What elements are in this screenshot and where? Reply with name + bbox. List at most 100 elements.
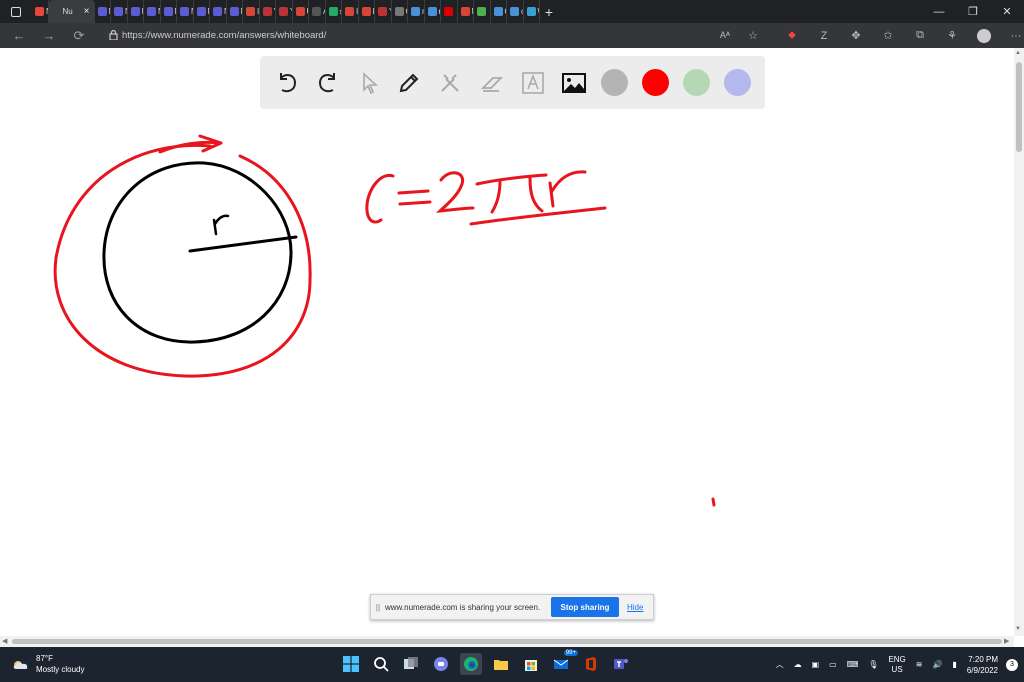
vertical-scrollbar[interactable]: ▲ ▼ (1014, 48, 1024, 636)
color-purple-swatch[interactable] (724, 69, 751, 96)
browser-tab[interactable]: Nu (210, 0, 227, 23)
profile-avatar[interactable] (977, 28, 991, 43)
eraser-icon[interactable] (477, 68, 507, 98)
extensions-icon[interactable]: ⚘ (936, 23, 968, 48)
usb-icon[interactable]: ▭ (829, 660, 837, 669)
file-explorer-icon[interactable] (490, 653, 512, 675)
browser-tab[interactable]: In (243, 0, 260, 23)
region-code: US (891, 664, 903, 674)
browser-tab[interactable]: nc (408, 0, 425, 23)
new-tab-button[interactable]: + (540, 4, 558, 20)
text-box-icon[interactable] (518, 68, 548, 98)
notification-badge[interactable]: 3 (1006, 658, 1018, 671)
redo-icon[interactable] (313, 68, 343, 98)
scroll-right-arrow-icon[interactable]: ▶ (1004, 637, 1009, 645)
browser-tab[interactable]: Nu (32, 0, 49, 23)
color-gray-swatch[interactable] (601, 69, 628, 96)
browser-tab[interactable]: Ya (260, 0, 276, 23)
browser-tab[interactable]: Ya (276, 0, 293, 23)
battery-icon[interactable]: ▮ (952, 660, 956, 669)
browser-tab[interactable]: Nu (227, 0, 243, 23)
image-icon[interactable] (559, 68, 589, 98)
wifi-icon[interactable]: ≋ (916, 660, 923, 669)
volume-icon[interactable]: 🔊 (932, 660, 942, 669)
browser-tab[interactable]: In (359, 0, 375, 23)
microphone-icon[interactable]: 🎙 (868, 660, 878, 669)
browser-tab[interactable]: Up (293, 0, 309, 23)
keyboard-icon[interactable]: ⌨ (847, 660, 859, 669)
browser-tab[interactable]: Nu (177, 0, 194, 23)
horizontal-scrollbar[interactable]: ◀ ▶ (0, 636, 1014, 647)
browser-tab[interactable]: Q (491, 0, 507, 23)
browser-tab[interactable]: In (342, 0, 359, 23)
favorites-icon[interactable]: ✩ (872, 23, 904, 48)
close-tab-icon[interactable]: × (84, 6, 90, 17)
edge-browser-icon[interactable] (460, 653, 482, 675)
browser-tab[interactable]: st (326, 0, 342, 23)
extension-icon[interactable]: ⬥ (776, 23, 808, 48)
browser-tab[interactable]: Nu (144, 0, 161, 23)
browser-tab[interactable]: m (425, 0, 441, 23)
start-windows-icon[interactable] (340, 653, 362, 675)
browser-tab[interactable]: Ya (375, 0, 392, 23)
show-hidden-icons-chevron-icon[interactable]: ︿ (776, 659, 784, 670)
puzzle-icon[interactable]: ✥ (840, 23, 872, 48)
select-pointer-icon[interactable] (354, 68, 384, 98)
browser-tab[interactable]: ch (507, 0, 524, 23)
stop-sharing-button[interactable]: Stop sharing (551, 597, 619, 617)
clock[interactable]: 7:20 PM 6/9/2022 (967, 654, 998, 676)
whiteboard-canvas[interactable] (0, 48, 1014, 636)
color-red-swatch[interactable] (642, 69, 669, 96)
input-language[interactable]: ENG US (888, 655, 905, 675)
horizontal-scroll-thumb[interactable] (12, 639, 1002, 644)
display-icon[interactable]: ▣ (812, 660, 820, 669)
restore-button[interactable]: ❐ (956, 0, 990, 23)
tab-actions-menu-icon[interactable] (0, 0, 32, 23)
browser-tab[interactable] (441, 0, 458, 23)
whiteboard-page[interactable] (0, 48, 1014, 636)
browser-tab[interactable]: G (392, 0, 408, 23)
pen-icon[interactable] (394, 68, 424, 98)
browser-tab[interactable]: Nu (111, 0, 128, 23)
teams-icon[interactable] (610, 653, 632, 675)
browser-tab[interactable]: W (524, 0, 540, 23)
browser-tab[interactable]: Nu (95, 0, 111, 23)
undo-icon[interactable] (272, 68, 302, 98)
url-text: https://www.numerade.com/answers/whitebo… (122, 29, 327, 41)
browser-tab[interactable]: M (458, 0, 474, 23)
hide-banner-link[interactable]: Hide (627, 603, 643, 612)
browser-tab[interactable]: Nu × (48, 0, 95, 23)
office-icon[interactable] (580, 653, 602, 675)
task-view-icon[interactable] (400, 653, 422, 675)
vertical-scroll-thumb[interactable] (1016, 62, 1022, 152)
scroll-down-arrow-icon[interactable]: ▼ (1015, 626, 1021, 632)
scroll-left-arrow-icon[interactable]: ◀ (2, 637, 7, 645)
extension-z-icon[interactable]: Z (808, 23, 840, 48)
scroll-up-arrow-icon[interactable]: ▲ (1015, 50, 1021, 56)
back-button[interactable]: ← (4, 23, 34, 48)
teams-chat-icon[interactable] (430, 653, 452, 675)
address-bar[interactable]: https://www.numerade.com/answers/whitebo… (104, 25, 770, 45)
color-green-swatch[interactable] (683, 69, 710, 96)
mail-icon[interactable]: 99+ (550, 650, 578, 675)
browser-tab[interactable]: Nu (194, 0, 210, 23)
favorite-star-icon[interactable]: ☆ (748, 29, 758, 42)
minimize-button[interactable]: — (922, 0, 956, 23)
onedrive-cloud-icon[interactable]: ☁ (794, 660, 802, 669)
browser-tab[interactable]: Nu (161, 0, 177, 23)
browser-tab[interactable]: A (309, 0, 326, 23)
weather-widget[interactable]: 87°F Mostly cloudy (12, 653, 84, 675)
browser-tab[interactable]: Nu (128, 0, 144, 23)
store-icon[interactable] (520, 653, 542, 675)
search-icon[interactable] (370, 653, 392, 675)
read-aloud-icon[interactable]: Aᴬ (720, 30, 730, 40)
close-window-button[interactable]: ✕ (990, 0, 1024, 23)
collections-icon[interactable]: ⧉ (904, 23, 936, 48)
more-menu-icon[interactable]: ··· (1000, 23, 1024, 48)
tools-hammer-icon[interactable] (435, 68, 465, 98)
forward-button[interactable]: → (34, 23, 64, 48)
refresh-button[interactable]: ⟳ (64, 23, 94, 48)
drag-grip-icon[interactable]: || (371, 603, 385, 612)
browser-tab[interactable] (474, 0, 491, 23)
tab-favicon-icon (460, 7, 470, 16)
